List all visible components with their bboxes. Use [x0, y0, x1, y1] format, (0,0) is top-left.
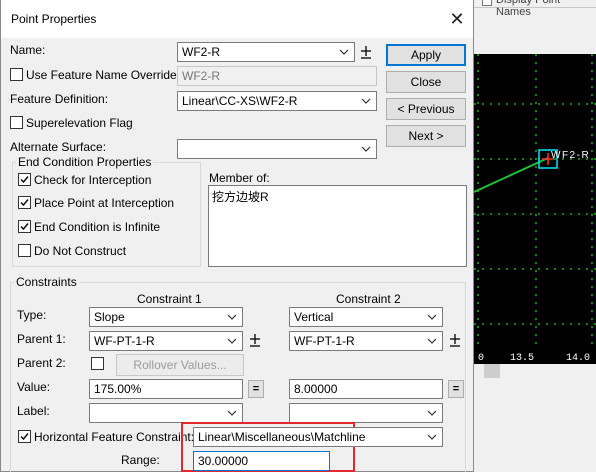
type-label: Type: — [17, 308, 47, 322]
dialog-title: Point Properties — [11, 12, 97, 26]
parent1-c2-select[interactable]: WF-PT-1-R — [289, 331, 443, 351]
next-button[interactable]: Next > — [386, 125, 466, 147]
member-of-label: Member of: — [209, 171, 270, 185]
feature-name-override-field[interactable]: WF2-R — [177, 66, 377, 86]
display-point-names-checkbox[interactable] — [482, 0, 492, 6]
equals-button[interactable]: = — [248, 380, 264, 398]
range-label: Range: — [121, 453, 160, 467]
locate-pin-icon[interactable] — [448, 331, 462, 349]
rollover-values-button[interactable]: Rollover Values... — [116, 354, 244, 376]
parent2-label: Parent 2: — [17, 356, 66, 370]
end-condition-is-infinite-checkbox[interactable] — [18, 220, 31, 233]
value1-field[interactable]: 175.00% — [89, 379, 243, 399]
chevron-down-icon — [427, 314, 437, 320]
chevron-down-icon — [427, 338, 437, 344]
chevron-down-icon — [427, 410, 437, 416]
horizontal-feature-constraint-checkbox[interactable] — [18, 430, 31, 443]
parent1-c1-select[interactable]: WF-PT-1-R — [89, 331, 243, 351]
locate-pin-icon[interactable] — [359, 43, 373, 61]
parent2-checkbox[interactable] — [91, 357, 104, 370]
place-point-at-interception-label: Place Point at Interception — [34, 196, 175, 210]
do-not-construct-checkbox[interactable] — [18, 244, 31, 257]
checkmark-icon — [20, 223, 29, 231]
horizontal-feature-constraint-value: Linear\Miscellaneous\Matchline — [198, 430, 366, 444]
label1-select[interactable] — [89, 403, 243, 423]
feature-definition-label: Feature Definition: — [10, 92, 109, 106]
checkmark-icon — [20, 199, 29, 207]
scale-label: 13.5 — [510, 353, 534, 364]
constraint2-header: Constraint 2 — [336, 292, 401, 306]
apply-button[interactable]: Apply — [386, 44, 466, 66]
parent1-c1-value: WF-PT-1-R — [94, 334, 155, 348]
locate-pin-icon[interactable] — [248, 331, 262, 349]
name-combo[interactable]: WF2-R — [177, 42, 355, 62]
horizontal-scrollbar-thumb[interactable] — [484, 364, 500, 378]
place-point-at-interception-checkbox[interactable] — [18, 196, 31, 209]
range-field[interactable]: 30.00000 — [193, 451, 330, 471]
checkmark-icon — [20, 433, 29, 441]
constraint1-header: Constraint 1 — [137, 292, 202, 306]
check-for-interception-label: Check for Interception — [34, 173, 152, 187]
close-button[interactable]: Close — [386, 71, 466, 93]
horizontal-feature-constraint-label: Horizontal Feature Constraint: — [34, 430, 195, 444]
cross-section-drawing: WF2-R 0 13.5 14.0 — [474, 54, 596, 364]
chevron-down-icon — [427, 434, 437, 440]
background-status-area — [474, 364, 596, 472]
parent1-label: Parent 1: — [17, 332, 66, 346]
value2-field[interactable]: 8.00000 — [289, 379, 443, 399]
alternate-surface-label: Alternate Surface: — [10, 140, 107, 154]
use-feature-name-override-label: Use Feature Name Override: — [26, 68, 181, 82]
parent1-c2-value: WF-PT-1-R — [294, 334, 355, 348]
point-properties-dialog: Point Properties ✕ Name: WF2-R Apply Clo… — [0, 0, 474, 472]
list-item[interactable]: 挖方边坡R — [212, 188, 463, 205]
chevron-down-icon — [361, 98, 371, 104]
feature-definition-value: Linear\CC-XS\WF2-R — [182, 94, 298, 108]
scale-label: 14.0 — [566, 353, 590, 364]
do-not-construct-label: Do Not Construct — [34, 244, 127, 258]
superelevation-flag-checkbox[interactable] — [10, 116, 23, 129]
chevron-down-icon — [227, 314, 237, 320]
type1-select[interactable]: Slope — [89, 307, 243, 327]
horizontal-feature-constraint-select[interactable]: Linear\Miscellaneous\Matchline — [193, 427, 443, 447]
name-label: Name: — [10, 43, 46, 57]
scale-label: 0 — [478, 353, 484, 364]
type2-value: Vertical — [294, 310, 334, 324]
label2-select[interactable] — [289, 403, 443, 423]
constraints-group-title: Constraints — [14, 275, 79, 289]
display-point-names-label: Display Point Names — [496, 0, 561, 18]
use-feature-name-override-checkbox[interactable] — [10, 68, 23, 81]
end-condition-is-infinite-label: End Condition is Infinite — [34, 220, 161, 234]
chevron-down-icon — [227, 338, 237, 344]
label-label: Label: — [17, 404, 50, 418]
type1-value: Slope — [94, 310, 125, 324]
chevron-down-icon — [361, 146, 371, 152]
alternate-surface-select[interactable] — [177, 139, 377, 159]
chevron-down-icon — [227, 410, 237, 416]
member-of-list[interactable]: 挖方边坡R — [208, 185, 467, 267]
cross-section-canvas[interactable]: WF2-R 0 13.5 14.0 — [474, 54, 596, 364]
point-name-label: WF2-R — [551, 150, 590, 161]
feature-definition-select[interactable]: Linear\CC-XS\WF2-R — [177, 91, 377, 111]
close-icon[interactable]: ✕ — [437, 4, 477, 34]
dialog-titlebar[interactable]: Point Properties ✕ — [1, 0, 473, 38]
end-condition-group-title: End Condition Properties — [16, 155, 154, 169]
superelevation-flag-label: Superelevation Flag — [26, 116, 133, 130]
side-slope-line — [474, 157, 549, 193]
value-label: Value: — [17, 380, 51, 394]
chevron-down-icon — [339, 49, 349, 55]
type2-select[interactable]: Vertical — [289, 307, 443, 327]
check-for-interception-checkbox[interactable] — [18, 173, 31, 186]
checkmark-icon — [20, 176, 29, 184]
equals-button[interactable]: = — [448, 380, 464, 398]
previous-button[interactable]: < Previous — [386, 98, 466, 120]
name-value: WF2-R — [182, 45, 220, 59]
